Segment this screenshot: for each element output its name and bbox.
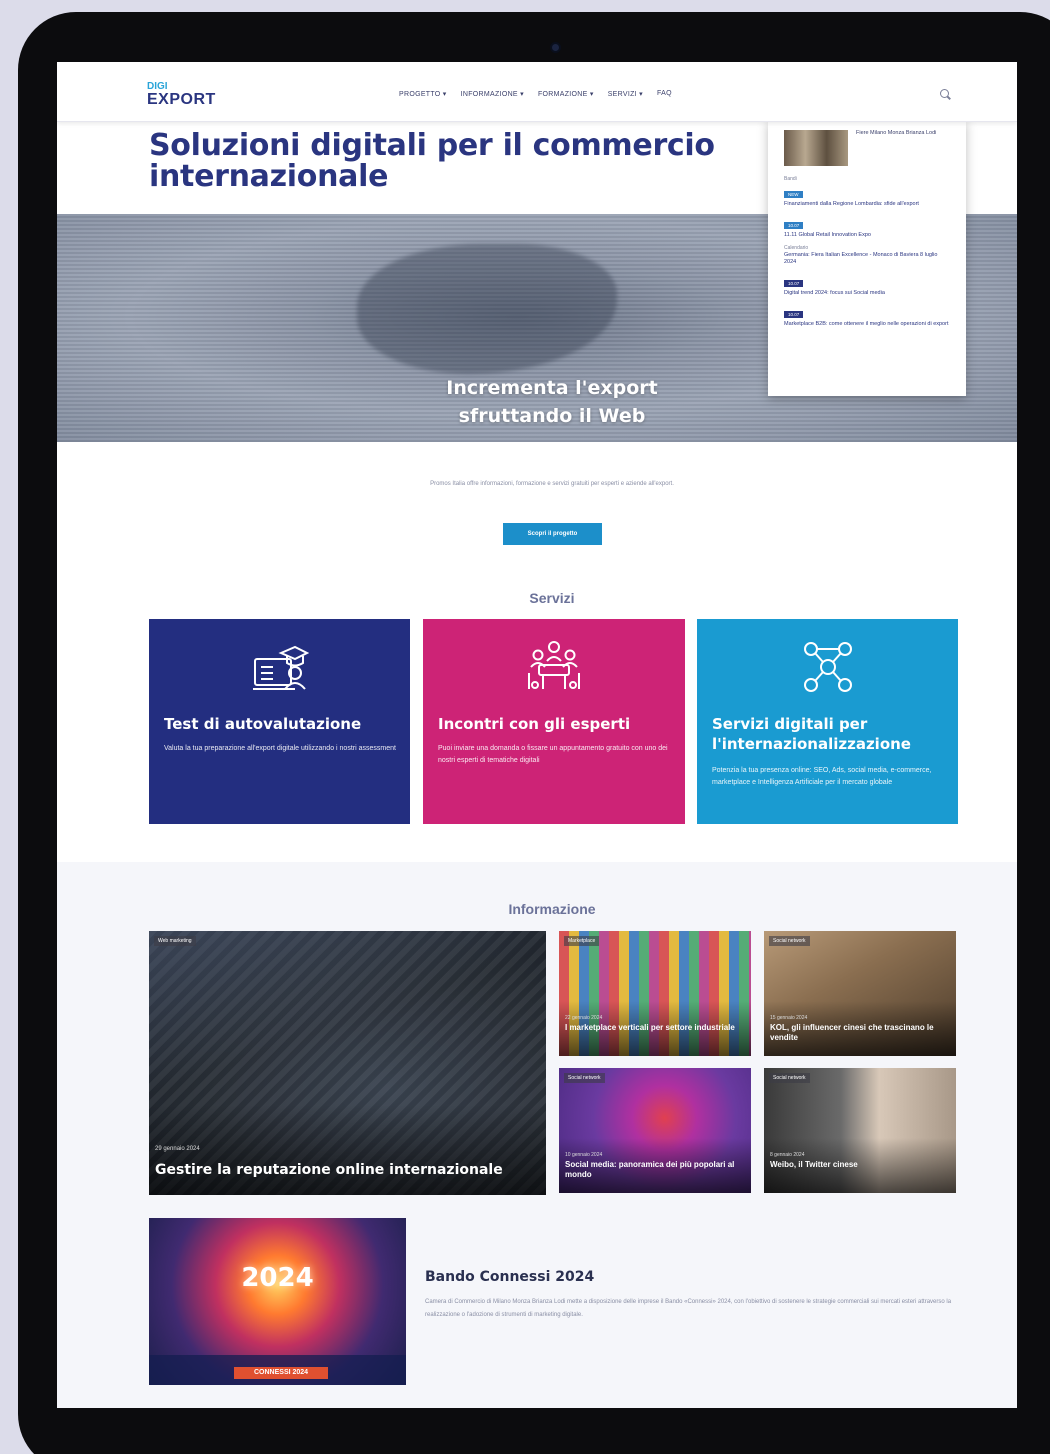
information-heading: Informazione <box>508 901 596 917</box>
bando-image-label: CONNESSI 2024 <box>234 1367 329 1379</box>
news-entry[interactable]: Calendario Germania: Fiera Italian Excel… <box>784 245 950 266</box>
news-text: Digital trend 2024: focus sui Social med… <box>784 290 885 296</box>
screen: DIGI EXPORT PROGETTO ▾ INFORMAZIONE ▾ FO… <box>57 62 1017 1408</box>
service-card-experts[interactable]: Incontri con gli esperti Puoi inviare un… <box>423 619 685 824</box>
news-category: Bandi <box>784 176 797 182</box>
news-badge: 10.07 <box>784 311 804 318</box>
news-badge: NEW <box>784 191 803 198</box>
article-category-tag: Social network <box>564 1073 605 1083</box>
article-date: 10 gennaio 2024 <box>565 1152 603 1158</box>
news-text: Finanziamenti dalla Regione Lombardia: s… <box>784 201 919 207</box>
article-category-tag: Web marketing <box>154 936 196 946</box>
news-thumbnail <box>784 130 848 166</box>
article-title: KOL, gli influencer cinesi che trascinan… <box>770 1023 934 1042</box>
menu-item-servizi[interactable]: SERVIZI ▾ <box>608 90 643 98</box>
news-text: Germania: Fiera Italian Excellence - Mon… <box>784 252 938 265</box>
service-card-digital[interactable]: Servizi digitali per l'internazionalizza… <box>697 619 958 824</box>
service-description: Potenzia la tua presenza online: SEO, Ad… <box>712 767 932 786</box>
menu-item-informazione[interactable]: INFORMAZIONE ▾ <box>461 90 524 98</box>
article-card[interactable]: Social network 10 gennaio 2024 Social me… <box>559 1068 751 1193</box>
article-date: 22 gennaio 2024 <box>565 1015 603 1021</box>
article-card[interactable]: Social network 8 gennaio 2024 Weibo, il … <box>764 1068 956 1193</box>
service-title: Test di autovalutazione <box>164 715 362 733</box>
article-image <box>559 931 751 1056</box>
logo[interactable]: DIGI EXPORT <box>147 82 216 108</box>
menu-item-faq[interactable]: FAQ <box>657 90 672 98</box>
article-title: Gestire la reputazione online internazio… <box>155 1162 503 1178</box>
bando-image[interactable]: 2024 CONNESSI 2024 <box>149 1218 406 1385</box>
article-card[interactable]: Social network 15 gennaio 2024 KOL, gli … <box>764 931 956 1056</box>
service-title: Servizi digitali per l'internazionalizza… <box>712 715 911 753</box>
bando-year: 2024 <box>241 1263 314 1293</box>
service-card-assessment[interactable]: Test di autovalutazione Valuta la tua pr… <box>149 619 410 824</box>
article-category-tag: Social network <box>769 1073 810 1083</box>
article-image <box>764 1068 956 1193</box>
news-sidebar: Fiere Milano Monza Brianza Lodi Bandi NE… <box>768 120 966 396</box>
main-menu: PROGETTO ▾ INFORMAZIONE ▾ FORMAZIONE ▾ S… <box>399 90 672 98</box>
news-category: Calendario <box>784 245 809 251</box>
news-entry[interactable]: 10.07 11.11 Global Retail Innovation Exp… <box>784 214 950 239</box>
intro-text: Promos Italia offre informazioni, formaz… <box>430 481 674 487</box>
camera-icon <box>550 42 561 53</box>
service-description: Puoi inviare una domanda o fissare un ap… <box>438 745 668 764</box>
assessment-icon <box>252 645 309 690</box>
article-title: Weibo, il Twitter cinese <box>770 1160 858 1169</box>
news-text: 11.11 Global Retail Innovation Expo <box>784 232 871 238</box>
article-card[interactable]: Marketplace 22 gennaio 2024 I marketplac… <box>559 931 751 1056</box>
news-text: Marketplace B2B: come ottenere il meglio… <box>784 321 949 327</box>
top-navigation: DIGI EXPORT PROGETTO ▾ INFORMAZIONE ▾ FO… <box>57 62 1017 122</box>
page-title: Soluzioni digitali per il commercio inte… <box>149 128 715 194</box>
news-entry[interactable]: Bandi NEW Finanziamenti dalla Regione Lo… <box>784 176 950 208</box>
news-sidebar-header[interactable]: Fiere Milano Monza Brianza Lodi <box>784 130 950 166</box>
article-category-tag: Marketplace <box>564 936 600 946</box>
menu-item-formazione[interactable]: FORMAZIONE ▾ <box>538 90 594 98</box>
news-entry[interactable]: 10.07 Marketplace B2B: come ottenere il … <box>784 303 950 328</box>
digital-network-icon <box>803 642 852 692</box>
news-entry[interactable]: 10.07 Digital trend 2024: focus sui Soci… <box>784 272 950 297</box>
hero-slogan: Incrementa l'export sfruttando il Web <box>446 377 658 427</box>
discover-project-button[interactable]: Scopri il progetto <box>503 523 602 545</box>
article-date: 29 gennaio 2024 <box>155 1146 200 1152</box>
article-title: I marketplace verticali per settore indu… <box>565 1023 735 1032</box>
services-heading: Servizi <box>529 590 575 606</box>
news-badge: 10.07 <box>784 222 804 229</box>
bando-description: Camera di Commercio di Milano Monza Bria… <box>425 1299 952 1318</box>
hero-map-image <box>357 244 617 374</box>
article-date: 15 gennaio 2024 <box>770 1015 808 1021</box>
bando-title[interactable]: Bando Connessi 2024 <box>425 1269 594 1285</box>
article-card-featured[interactable]: Web marketing 29 gennaio 2024 Gestire la… <box>149 931 546 1195</box>
service-title: Incontri con gli esperti <box>438 715 631 733</box>
menu-item-progetto[interactable]: PROGETTO ▾ <box>399 90 447 98</box>
logo-wordmark: EXPORT <box>147 91 216 108</box>
news-place: Fiere Milano Monza Brianza Lodi <box>856 130 937 136</box>
article-category-tag: Social network <box>769 936 810 946</box>
article-title: Social media: panoramica dei più popolar… <box>565 1160 735 1179</box>
article-date: 8 gennaio 2024 <box>770 1152 805 1158</box>
news-badge: 10.07 <box>784 280 804 287</box>
article-image <box>149 931 546 1195</box>
search-icon[interactable] <box>940 89 949 98</box>
service-description: Valuta la tua preparazione all'export di… <box>164 745 396 752</box>
experts-meeting-icon <box>528 641 580 689</box>
